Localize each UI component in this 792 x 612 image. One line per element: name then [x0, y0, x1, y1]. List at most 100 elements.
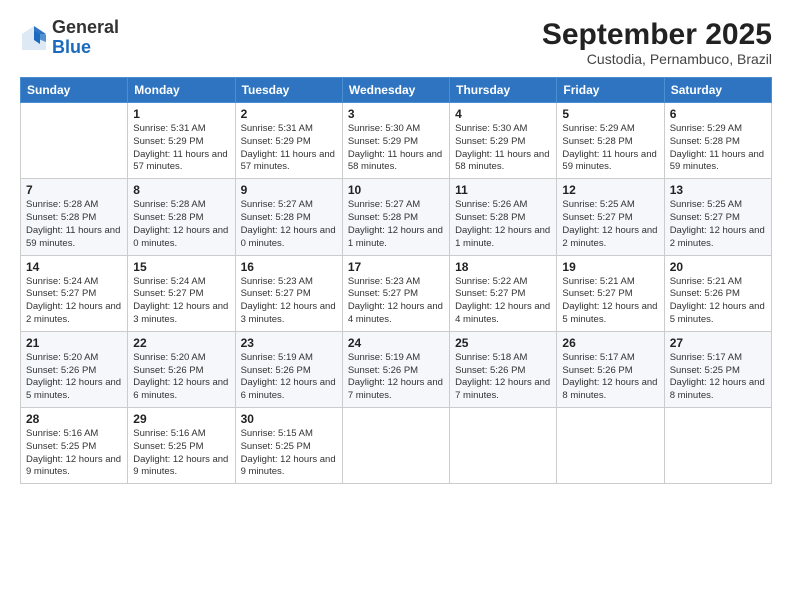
title-block: September 2025 Custodia, Pernambuco, Bra…	[542, 18, 772, 67]
day-info: Sunrise: 5:17 AM Sunset: 5:26 PM Dayligh…	[562, 352, 658, 403]
table-row: 23 Sunrise: 5:19 AM Sunset: 5:26 PM Dayli…	[235, 331, 342, 407]
day-info: Sunrise: 5:25 AM Sunset: 5:27 PM Dayligh…	[562, 199, 658, 250]
col-wednesday: Wednesday	[342, 78, 449, 103]
day-number: 25	[455, 336, 551, 350]
table-row	[21, 103, 128, 179]
table-row: 22 Sunrise: 5:20 AM Sunset: 5:26 PM Dayli…	[128, 331, 235, 407]
col-friday: Friday	[557, 78, 664, 103]
logo: General Blue	[20, 18, 119, 58]
table-row: 14Sunrise: 5:24 AM Sunset: 5:27 PM Dayli…	[21, 255, 128, 331]
logo-general: General	[52, 18, 119, 38]
table-row: 13 Sunrise: 5:25 AM Sunset: 5:27 PM Dayli…	[664, 179, 771, 255]
table-row: 16 Sunrise: 5:23 AM Sunset: 5:27 PM Dayli…	[235, 255, 342, 331]
table-row: 4Sunrise: 5:30 AM Sunset: 5:29 PM Daylig…	[450, 103, 557, 179]
logo-blue: Blue	[52, 38, 119, 58]
table-row: 24Sunrise: 5:19 AM Sunset: 5:26 PM Dayli…	[342, 331, 449, 407]
day-number: 10	[348, 183, 444, 197]
day-number: 19	[562, 260, 658, 274]
day-number: 8	[133, 183, 229, 197]
logo-icon	[20, 24, 48, 52]
subtitle: Custodia, Pernambuco, Brazil	[542, 51, 772, 67]
day-number: 9	[241, 183, 337, 197]
table-row: 17 Sunrise: 5:23 AM Sunset: 5:27 PM Dayli…	[342, 255, 449, 331]
table-row: 5Sunrise: 5:29 AM Sunset: 5:28 PM Daylig…	[557, 103, 664, 179]
day-number: 22	[133, 336, 229, 350]
table-row: 21 Sunrise: 5:20 AM Sunset: 5:26 PM Dayli…	[21, 331, 128, 407]
table-row: 19 Sunrise: 5:21 AM Sunset: 5:27 PM Dayli…	[557, 255, 664, 331]
table-row: 28 Sunrise: 5:16 AM Sunset: 5:25 PM Dayli…	[21, 408, 128, 484]
day-number: 15	[133, 260, 229, 274]
day-number: 1	[133, 107, 229, 121]
table-row: 9 Sunrise: 5:27 AM Sunset: 5:28 PM Daylig…	[235, 179, 342, 255]
header: General Blue September 2025 Custodia, Pe…	[20, 18, 772, 67]
table-row	[557, 408, 664, 484]
day-number: 11	[455, 183, 551, 197]
day-info: Sunrise: 5:23 AM Sunset: 5:27 PM Dayligh…	[241, 276, 337, 327]
day-number: 16	[241, 260, 337, 274]
col-thursday: Thursday	[450, 78, 557, 103]
day-number: 7	[26, 183, 122, 197]
logo-text: General Blue	[52, 18, 119, 58]
day-info: Sunrise: 5:16 AM Sunset: 5:25 PM Dayligh…	[26, 428, 122, 479]
col-sunday: Sunday	[21, 78, 128, 103]
day-info: Sunrise: 5:22 AM Sunset: 5:27 PM Dayligh…	[455, 276, 551, 327]
day-info: Sunrise: 5:31 AM Sunset: 5:29 PM Dayligh…	[241, 123, 337, 174]
day-info: Sunrise: 5:17 AM Sunset: 5:25 PM Dayligh…	[670, 352, 766, 403]
day-info: Sunrise: 5:31 AM Sunset: 5:29 PM Dayligh…	[133, 123, 229, 174]
day-number: 6	[670, 107, 766, 121]
day-number: 2	[241, 107, 337, 121]
day-number: 23	[241, 336, 337, 350]
day-info: Sunrise: 5:19 AM Sunset: 5:26 PM Dayligh…	[241, 352, 337, 403]
day-info: Sunrise: 5:20 AM Sunset: 5:26 PM Dayligh…	[133, 352, 229, 403]
table-row: 1 Sunrise: 5:31 AM Sunset: 5:29 PM Daylig…	[128, 103, 235, 179]
day-info: Sunrise: 5:25 AM Sunset: 5:27 PM Dayligh…	[670, 199, 766, 250]
table-row: 8 Sunrise: 5:28 AM Sunset: 5:28 PM Daylig…	[128, 179, 235, 255]
day-info: Sunrise: 5:27 AM Sunset: 5:28 PM Dayligh…	[241, 199, 337, 250]
day-info: Sunrise: 5:28 AM Sunset: 5:28 PM Dayligh…	[133, 199, 229, 250]
day-info: Sunrise: 5:24 AM Sunset: 5:27 PM Dayligh…	[133, 276, 229, 327]
table-row: 25 Sunrise: 5:18 AM Sunset: 5:26 PM Dayli…	[450, 331, 557, 407]
table-row: 15 Sunrise: 5:24 AM Sunset: 5:27 PM Dayli…	[128, 255, 235, 331]
table-row: 6 Sunrise: 5:29 AM Sunset: 5:28 PM Daylig…	[664, 103, 771, 179]
col-monday: Monday	[128, 78, 235, 103]
page: General Blue September 2025 Custodia, Pe…	[0, 0, 792, 612]
day-number: 21	[26, 336, 122, 350]
table-row: 2 Sunrise: 5:31 AM Sunset: 5:29 PM Daylig…	[235, 103, 342, 179]
table-row: 7 Sunrise: 5:28 AM Sunset: 5:28 PM Daylig…	[21, 179, 128, 255]
col-tuesday: Tuesday	[235, 78, 342, 103]
table-row: 12Sunrise: 5:25 AM Sunset: 5:27 PM Dayli…	[557, 179, 664, 255]
day-number: 28	[26, 412, 122, 426]
day-info: Sunrise: 5:28 AM Sunset: 5:28 PM Dayligh…	[26, 199, 122, 250]
day-number: 30	[241, 412, 337, 426]
table-row: 3 Sunrise: 5:30 AM Sunset: 5:29 PM Daylig…	[342, 103, 449, 179]
day-info: Sunrise: 5:16 AM Sunset: 5:25 PM Dayligh…	[133, 428, 229, 479]
day-info: Sunrise: 5:20 AM Sunset: 5:26 PM Dayligh…	[26, 352, 122, 403]
col-saturday: Saturday	[664, 78, 771, 103]
day-number: 27	[670, 336, 766, 350]
table-row	[664, 408, 771, 484]
calendar-header-row: Sunday Monday Tuesday Wednesday Thursday…	[21, 78, 772, 103]
table-row: 27 Sunrise: 5:17 AM Sunset: 5:25 PM Dayli…	[664, 331, 771, 407]
day-number: 18	[455, 260, 551, 274]
day-info: Sunrise: 5:21 AM Sunset: 5:27 PM Dayligh…	[562, 276, 658, 327]
calendar-table: Sunday Monday Tuesday Wednesday Thursday…	[20, 77, 772, 484]
day-info: Sunrise: 5:27 AM Sunset: 5:28 PM Dayligh…	[348, 199, 444, 250]
day-info: Sunrise: 5:23 AM Sunset: 5:27 PM Dayligh…	[348, 276, 444, 327]
day-info: Sunrise: 5:30 AM Sunset: 5:29 PM Dayligh…	[348, 123, 444, 174]
day-number: 20	[670, 260, 766, 274]
table-row: 26Sunrise: 5:17 AM Sunset: 5:26 PM Dayli…	[557, 331, 664, 407]
day-number: 17	[348, 260, 444, 274]
day-number: 29	[133, 412, 229, 426]
day-info: Sunrise: 5:18 AM Sunset: 5:26 PM Dayligh…	[455, 352, 551, 403]
table-row: 20Sunrise: 5:21 AM Sunset: 5:26 PM Dayli…	[664, 255, 771, 331]
day-number: 24	[348, 336, 444, 350]
day-info: Sunrise: 5:29 AM Sunset: 5:28 PM Dayligh…	[670, 123, 766, 174]
table-row: 11Sunrise: 5:26 AM Sunset: 5:28 PM Dayli…	[450, 179, 557, 255]
day-number: 13	[670, 183, 766, 197]
day-info: Sunrise: 5:30 AM Sunset: 5:29 PM Dayligh…	[455, 123, 551, 174]
day-info: Sunrise: 5:29 AM Sunset: 5:28 PM Dayligh…	[562, 123, 658, 174]
table-row: 18 Sunrise: 5:22 AM Sunset: 5:27 PM Dayli…	[450, 255, 557, 331]
day-number: 3	[348, 107, 444, 121]
day-info: Sunrise: 5:24 AM Sunset: 5:27 PM Dayligh…	[26, 276, 122, 327]
table-row: 29 Sunrise: 5:16 AM Sunset: 5:25 PM Dayli…	[128, 408, 235, 484]
